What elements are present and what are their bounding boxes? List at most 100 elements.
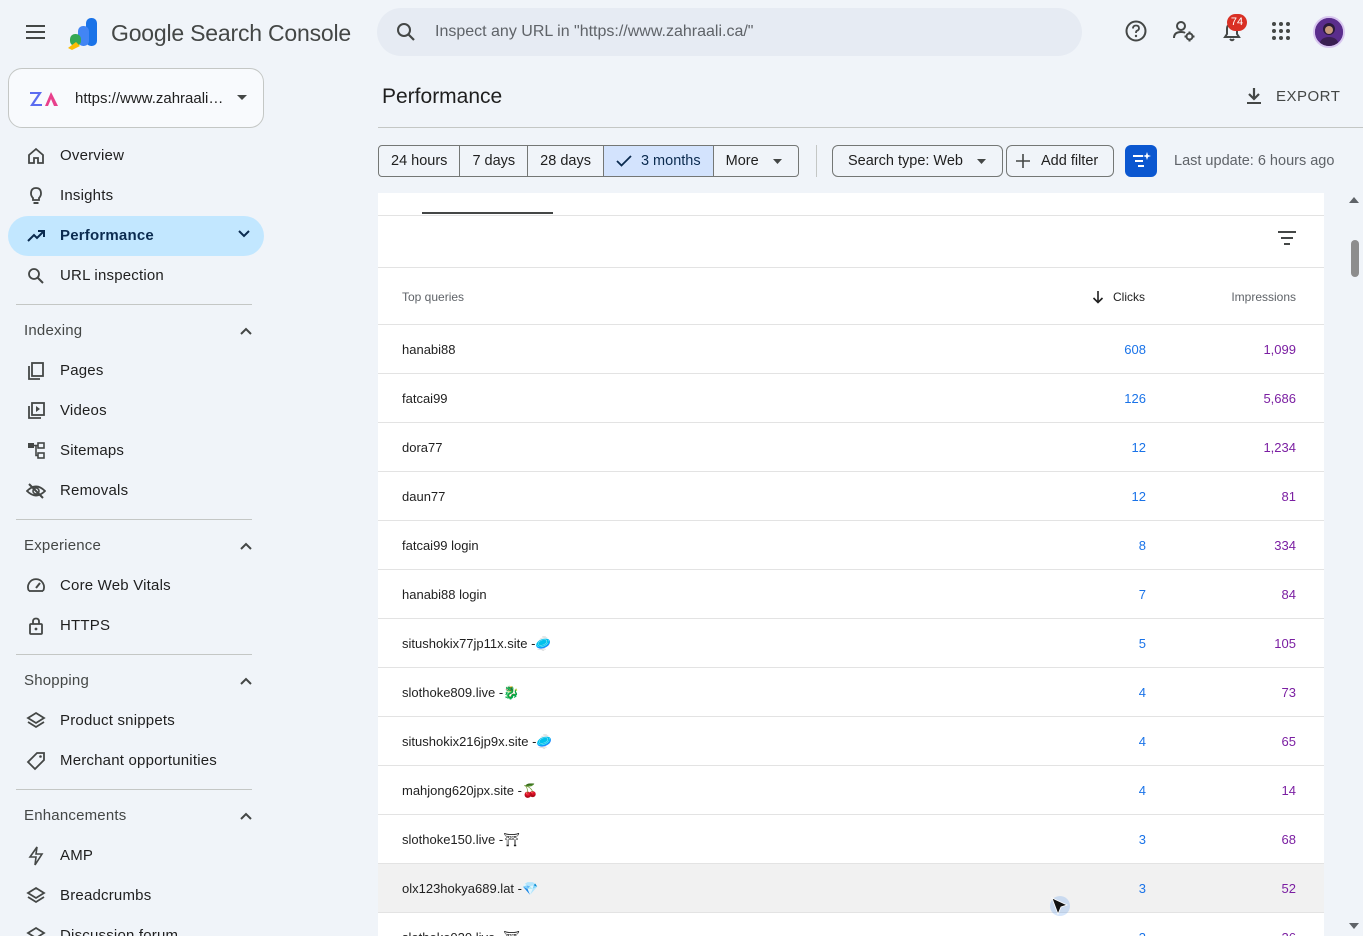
nav-videos[interactable]: Videos [8, 391, 264, 431]
nav-sitemaps[interactable]: Sitemaps [8, 431, 264, 471]
nav-performance[interactable]: Performance [8, 216, 264, 256]
nav-breadcrumbs[interactable]: Breadcrumbs [8, 876, 264, 916]
table-row[interactable]: slothoke150.live -⛩ 3 68 [378, 815, 1324, 864]
queries-table-card: Top queries Clicks Impressions hanabi88 6… [378, 193, 1324, 936]
nav-insights[interactable]: Insights [8, 176, 264, 216]
impressions-cell: 1,234 [1263, 440, 1296, 455]
arrow-down-icon [1092, 291, 1104, 304]
visibility-off-icon [26, 483, 46, 499]
scroll-down-arrow-icon[interactable] [1349, 922, 1359, 930]
clicks-cell: 12 [1131, 440, 1146, 455]
section-enhancements[interactable]: Enhancements [8, 798, 264, 834]
url-inspect-input[interactable] [435, 8, 1055, 56]
table-row[interactable]: hanabi88 608 1,099 [378, 325, 1324, 374]
chevron-down-icon[interactable] [238, 230, 250, 238]
nav-overview[interactable]: Overview [8, 136, 264, 176]
nav-removals[interactable]: Removals [8, 471, 264, 511]
impressions-cell: 65 [1281, 734, 1296, 749]
chevron-up-icon [240, 327, 252, 335]
range-7-days[interactable]: 7 days [460, 146, 529, 176]
export-button[interactable]: EXPORT [1236, 80, 1348, 112]
add-filter-button[interactable]: Add filter [1006, 145, 1115, 177]
nav-divider [16, 789, 252, 790]
header-impressions[interactable]: Impressions [1231, 290, 1296, 304]
chevron-up-icon [240, 542, 252, 550]
nav-url-inspection[interactable]: URL inspection [8, 256, 264, 296]
query-cell: situshokix216jp9x.site -🥏 [402, 734, 553, 749]
nav-divider [16, 654, 252, 655]
impressions-cell: 14 [1281, 783, 1296, 798]
table-row[interactable]: daun77 12 81 [378, 472, 1324, 521]
chevron-up-icon [240, 812, 252, 820]
search-icon [28, 268, 44, 284]
header-clicks[interactable]: Clicks [1113, 290, 1145, 304]
scrollbar-thumb[interactable] [1351, 240, 1359, 277]
section-experience[interactable]: Experience [8, 528, 264, 564]
query-cell: hanabi88 login [402, 587, 487, 602]
speed-gauge-icon [27, 578, 45, 592]
table-row[interactable]: slothoke809.live -🐉 4 73 [378, 668, 1324, 717]
property-logo-icon [30, 92, 58, 106]
table-row[interactable]: olx123hokya689.lat -💎 3 52 [378, 864, 1324, 913]
nav-amp[interactable]: AMP [8, 836, 264, 876]
table-row[interactable]: situshokix216jp9x.site -🥏 4 65 [378, 717, 1324, 766]
date-range-selector: 24 hours 7 days 28 days 3 months More [378, 145, 799, 177]
home-icon [28, 147, 44, 164]
lock-icon [29, 617, 43, 635]
table-row[interactable]: dora77 12 1,234 [378, 423, 1324, 472]
header-top-queries[interactable]: Top queries [402, 290, 464, 304]
trending-up-icon [27, 230, 45, 242]
product-name[interactable]: Google Search Console [111, 20, 351, 47]
section-indexing[interactable]: Indexing [8, 313, 264, 349]
impressions-cell: 334 [1274, 538, 1296, 553]
nav-product-snippets[interactable]: Product snippets [8, 701, 264, 741]
help-icon[interactable] [1123, 18, 1149, 44]
nav-pages[interactable]: Pages [8, 351, 264, 391]
query-cell: slothoke020.live -⛩ [402, 930, 520, 936]
clicks-cell: 3 [1138, 832, 1146, 847]
search-console-logo-icon [68, 18, 97, 50]
table-row[interactable]: mahjong620jpx.site -🍒 4 14 [378, 766, 1324, 815]
scroll-up-arrow-icon[interactable] [1349, 196, 1359, 204]
query-cell: situshokix77jp11x.site -🥏 [402, 636, 552, 651]
nav-core-web-vitals[interactable]: Core Web Vitals [8, 566, 264, 606]
range-28-days[interactable]: 28 days [528, 146, 604, 176]
clicks-cell: 12 [1131, 489, 1146, 504]
account-avatar[interactable] [1313, 16, 1345, 48]
caret-down-icon [977, 158, 986, 164]
table-row[interactable]: situshokix77jp11x.site -🥏 5 105 [378, 619, 1324, 668]
query-cell: olx123hokya689.lat -💎 [402, 881, 539, 896]
nav-divider [16, 304, 252, 305]
caret-down-icon [237, 95, 247, 100]
nav-merchant-opportunities[interactable]: Merchant opportunities [8, 741, 264, 781]
property-selector[interactable]: https://www.zahraali.ca/ [8, 68, 264, 128]
url-inspect-search[interactable] [377, 8, 1082, 56]
clicks-cell: 4 [1138, 734, 1146, 749]
range-more[interactable]: More [714, 146, 798, 176]
nav-https[interactable]: HTTPS [8, 606, 264, 646]
filter-toggle-button[interactable] [1125, 145, 1157, 177]
nav-divider [16, 519, 252, 520]
table-row[interactable]: fatcai99 login 8 334 [378, 521, 1324, 570]
search-type-chip[interactable]: Search type: Web [832, 145, 1003, 177]
filter-sparkle-icon [1133, 152, 1151, 167]
clicks-cell: 8 [1138, 538, 1146, 553]
table-row[interactable]: slothoke020.live -⛩ 3 26 [378, 913, 1324, 936]
menu-icon[interactable] [22, 20, 50, 44]
query-cell: fatcai99 [402, 391, 448, 406]
range-24-hours[interactable]: 24 hours [379, 146, 461, 176]
filter-list-icon[interactable] [1276, 229, 1298, 247]
table-row[interactable]: fatcai99 126 5,686 [378, 374, 1324, 423]
apps-grid-icon[interactable] [1268, 18, 1294, 44]
section-shopping[interactable]: Shopping [8, 663, 264, 699]
users-settings-icon[interactable] [1171, 18, 1197, 44]
impressions-cell: 105 [1274, 636, 1296, 651]
tab-indicator [422, 212, 553, 214]
query-cell: dora77 [402, 440, 443, 455]
avatar-person-icon [1315, 18, 1343, 46]
nav-discussion-forum[interactable]: Discussion forum [8, 916, 264, 936]
table-row[interactable]: hanabi88 login 7 84 [378, 570, 1324, 619]
impressions-cell: 73 [1281, 685, 1296, 700]
range-3-months[interactable]: 3 months [603, 146, 714, 176]
impressions-cell: 26 [1282, 930, 1296, 936]
